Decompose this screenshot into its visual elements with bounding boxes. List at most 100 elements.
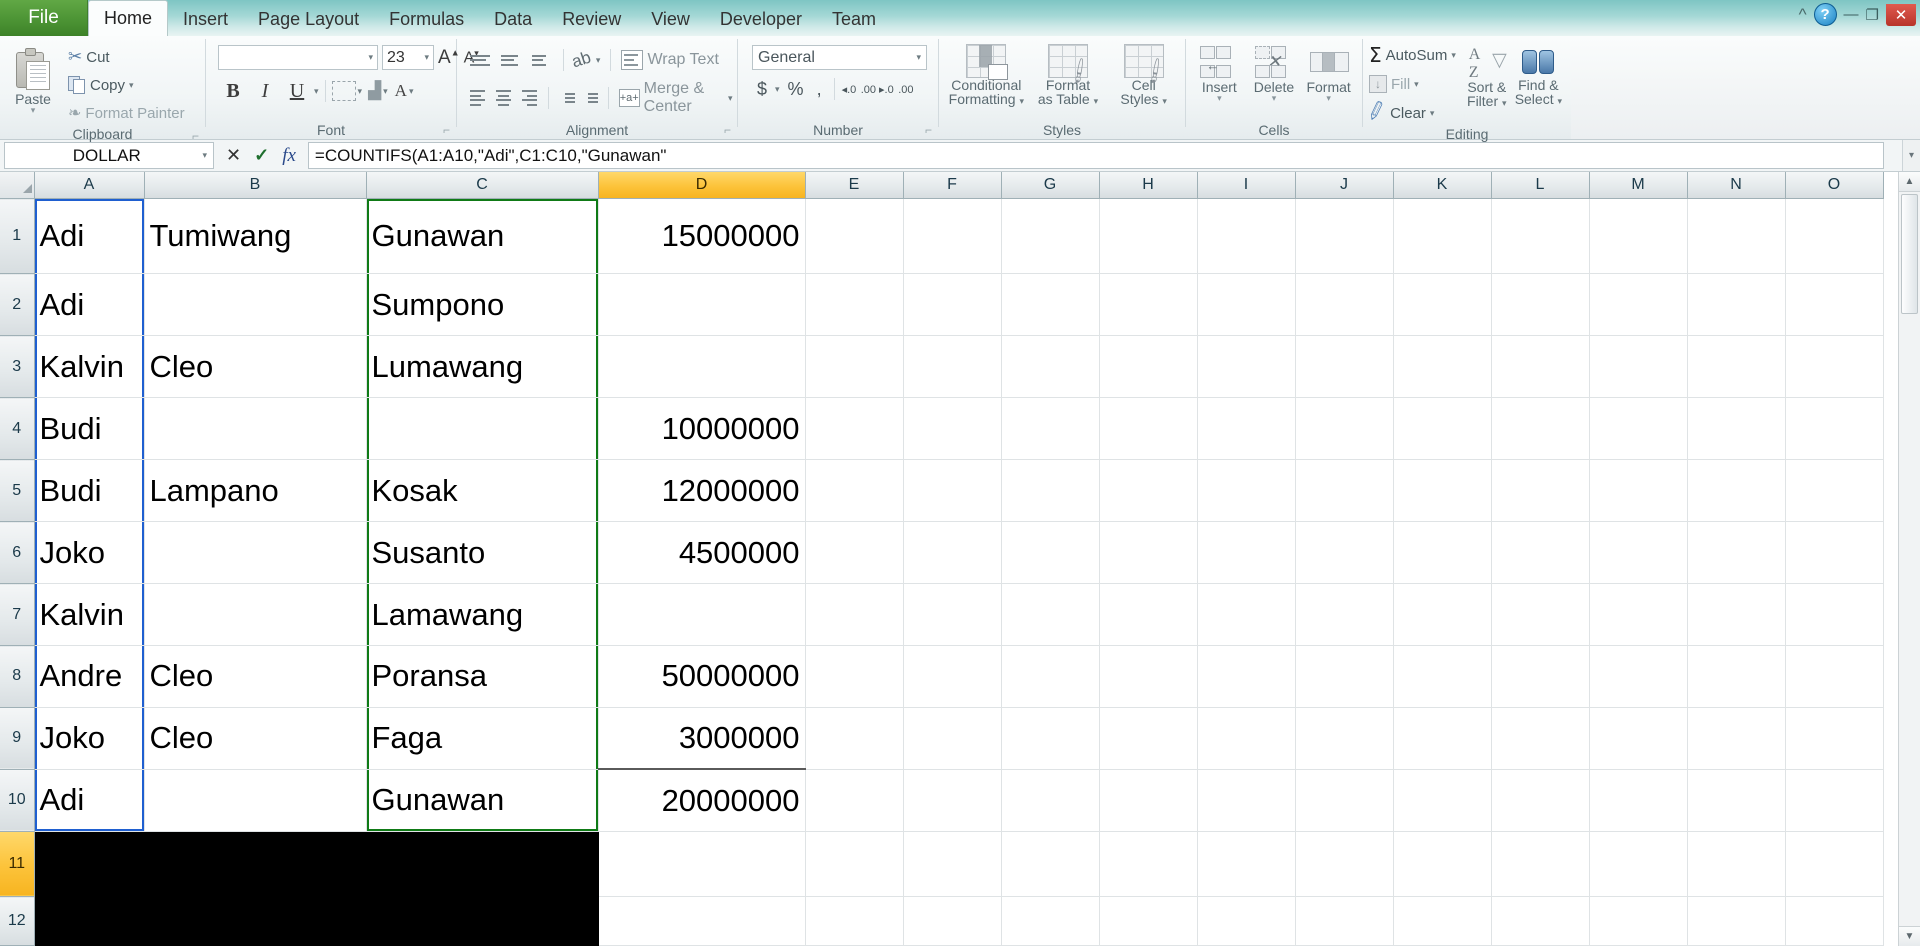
column-header-B[interactable]: B xyxy=(144,172,367,200)
row-header-9[interactable]: 9 xyxy=(0,707,35,770)
cell-E3[interactable] xyxy=(805,335,904,399)
cell-O5[interactable] xyxy=(1785,459,1884,523)
cell-I3[interactable] xyxy=(1197,335,1296,399)
cell-H5[interactable] xyxy=(1099,459,1198,523)
cell-M10[interactable] xyxy=(1589,769,1688,832)
borders-dropdown-icon[interactable]: ▾ xyxy=(358,86,363,97)
cell-A3[interactable]: Kalvin xyxy=(34,335,145,399)
cell-F11[interactable] xyxy=(903,831,1002,898)
clear-button[interactable]: 🖉 Clear ▾ xyxy=(1366,100,1456,126)
cell-G2[interactable] xyxy=(1001,273,1100,337)
cell-L3[interactable] xyxy=(1491,335,1590,399)
copy-dropdown-icon[interactable]: ▾ xyxy=(129,80,134,91)
format-dropdown-icon[interactable]: ▾ xyxy=(1326,94,1331,103)
cell-E2[interactable] xyxy=(805,273,904,337)
restore-window-icon[interactable]: ❐ xyxy=(1866,6,1879,24)
cell-H2[interactable] xyxy=(1099,273,1198,337)
cell-C12[interactable] xyxy=(366,896,599,946)
cell-E8[interactable] xyxy=(805,645,904,708)
scroll-up-icon[interactable]: ▲ xyxy=(1899,172,1920,192)
cell-G6[interactable] xyxy=(1001,521,1100,585)
conditional-formatting-button[interactable]: Conditional Formatting ▾ xyxy=(948,42,1024,108)
cell-C5[interactable]: Kosak xyxy=(366,459,599,523)
row-header-4[interactable]: 4 xyxy=(0,397,35,461)
cell-I1[interactable] xyxy=(1197,198,1296,275)
row-header-2[interactable]: 2 xyxy=(0,273,35,337)
cell-M1[interactable] xyxy=(1589,198,1688,275)
column-header-J[interactable]: J xyxy=(1295,172,1394,200)
cell-M5[interactable] xyxy=(1589,459,1688,523)
cell-M9[interactable] xyxy=(1589,707,1688,770)
cell-A10[interactable]: Adi xyxy=(34,769,145,832)
cell-L7[interactable] xyxy=(1491,583,1590,647)
column-header-M[interactable]: M xyxy=(1589,172,1688,200)
cell-O3[interactable] xyxy=(1785,335,1884,399)
close-window-icon[interactable]: ✕ xyxy=(1886,3,1916,26)
percent-format-button[interactable]: % xyxy=(783,79,809,100)
font-dialog-launcher-icon[interactable]: ⌐ xyxy=(443,123,450,137)
cell-K5[interactable] xyxy=(1393,459,1492,523)
cell-F2[interactable] xyxy=(903,273,1002,337)
paste-button[interactable]: Paste ▾ xyxy=(6,46,60,115)
cell-G8[interactable] xyxy=(1001,645,1100,708)
column-header-H[interactable]: H xyxy=(1099,172,1198,200)
cell-B4[interactable] xyxy=(144,397,367,461)
cell-O10[interactable] xyxy=(1785,769,1884,832)
cell-G12[interactable] xyxy=(1001,896,1100,946)
insert-cells-button[interactable]: ← Insert ▾ xyxy=(1192,44,1246,103)
cell-B1[interactable]: Tumiwang xyxy=(144,198,367,275)
cell-J6[interactable] xyxy=(1295,521,1394,585)
underline-dropdown-icon[interactable]: ▾ xyxy=(314,86,319,97)
sort-filter-dropdown-icon[interactable]: ▾ xyxy=(1502,98,1507,108)
cell-B2[interactable] xyxy=(144,273,367,337)
tab-data[interactable]: Data xyxy=(479,3,547,36)
cell-I12[interactable] xyxy=(1197,896,1296,946)
help-icon[interactable]: ? xyxy=(1813,3,1837,26)
enter-formula-icon[interactable]: ✓ xyxy=(254,145,269,166)
cell-A7[interactable]: Kalvin xyxy=(34,583,145,647)
cell-D7[interactable] xyxy=(597,583,806,647)
cell-I9[interactable] xyxy=(1197,707,1296,770)
cell-C10[interactable]: Gunawan xyxy=(366,769,599,832)
scrollbar-thumb[interactable] xyxy=(1901,194,1918,314)
cell-L1[interactable] xyxy=(1491,198,1590,275)
cell-A6[interactable]: Joko xyxy=(34,521,145,585)
cell-O8[interactable] xyxy=(1785,645,1884,708)
cell-I2[interactable] xyxy=(1197,273,1296,337)
conditional-formatting-dropdown-icon[interactable]: ▾ xyxy=(1019,96,1024,106)
align-left-icon[interactable] xyxy=(467,86,488,110)
tab-page-layout[interactable]: Page Layout xyxy=(243,3,374,36)
tab-formulas[interactable]: Formulas xyxy=(374,3,479,36)
alignment-dialog-launcher-icon[interactable]: ⌐ xyxy=(724,123,731,137)
minimize-ribbon-icon[interactable]: ^ xyxy=(1799,6,1807,23)
tab-file[interactable]: File xyxy=(0,0,88,36)
cell-J5[interactable] xyxy=(1295,459,1394,523)
cell-C2[interactable]: Sumpono xyxy=(366,273,599,337)
row-header-10[interactable]: 10 xyxy=(0,769,35,832)
cell-I6[interactable] xyxy=(1197,521,1296,585)
column-header-O[interactable]: O xyxy=(1785,172,1884,200)
cell-L8[interactable] xyxy=(1491,645,1590,708)
cell-O2[interactable] xyxy=(1785,273,1884,337)
cell-I8[interactable] xyxy=(1197,645,1296,708)
cell-N10[interactable] xyxy=(1687,769,1786,832)
cell-M6[interactable] xyxy=(1589,521,1688,585)
cell-G1[interactable] xyxy=(1001,198,1100,275)
cell-L12[interactable] xyxy=(1491,896,1590,946)
column-header-F[interactable]: F xyxy=(903,172,1002,200)
cell-E1[interactable] xyxy=(805,198,904,275)
align-middle-icon[interactable] xyxy=(498,48,524,72)
row-header-6[interactable]: 6 xyxy=(0,521,35,585)
tab-developer[interactable]: Developer xyxy=(705,3,817,36)
cell-N5[interactable] xyxy=(1687,459,1786,523)
column-header-C[interactable]: C xyxy=(366,172,599,200)
cell-C9[interactable]: Faga xyxy=(366,707,599,770)
cell-O6[interactable] xyxy=(1785,521,1884,585)
cell-M3[interactable] xyxy=(1589,335,1688,399)
vertical-scrollbar[interactable]: ▲ ▼ xyxy=(1898,172,1920,946)
cell-H9[interactable] xyxy=(1099,707,1198,770)
cell-K3[interactable] xyxy=(1393,335,1492,399)
font-size-dropdown-icon[interactable]: ▾ xyxy=(424,52,429,63)
cell-N4[interactable] xyxy=(1687,397,1786,461)
orientation-dropdown-icon[interactable]: ▾ xyxy=(596,55,601,66)
